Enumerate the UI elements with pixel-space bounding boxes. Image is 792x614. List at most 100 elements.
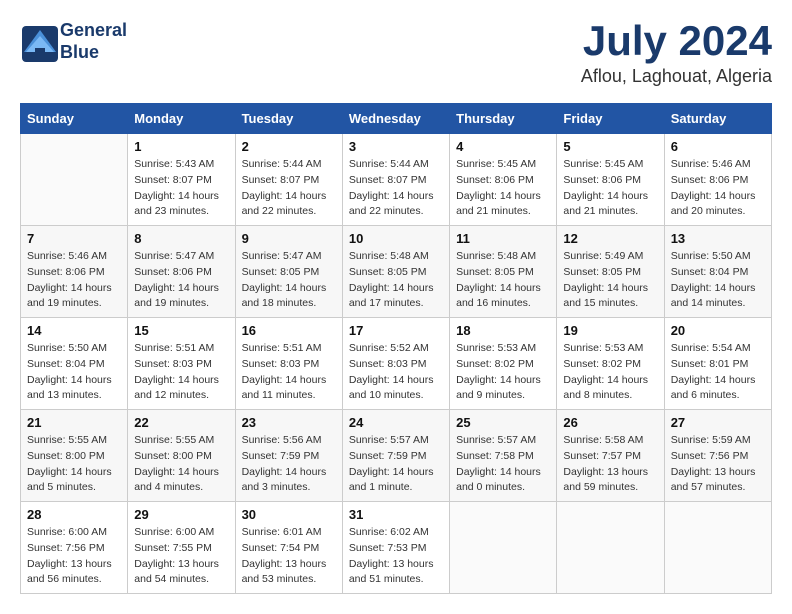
- calendar-cell: [557, 502, 664, 594]
- day-info: Sunrise: 5:55 AMSunset: 8:00 PMDaylight:…: [27, 433, 121, 496]
- header-day-tuesday: Tuesday: [235, 104, 342, 134]
- month-title: July 2024: [581, 20, 772, 62]
- calendar-cell: [21, 134, 128, 226]
- day-number: 12: [563, 231, 657, 246]
- day-info: Sunrise: 6:02 AMSunset: 7:53 PMDaylight:…: [349, 525, 443, 588]
- day-info: Sunrise: 5:51 AMSunset: 8:03 PMDaylight:…: [242, 341, 336, 404]
- day-number: 18: [456, 323, 550, 338]
- calendar-cell: 31Sunrise: 6:02 AMSunset: 7:53 PMDayligh…: [342, 502, 449, 594]
- day-info: Sunrise: 5:53 AMSunset: 8:02 PMDaylight:…: [563, 341, 657, 404]
- calendar-cell: 5 Sunrise: 5:45 AMSunset: 8:06 PMDaylight…: [557, 134, 664, 226]
- logo-text: General Blue: [60, 20, 127, 63]
- calendar-cell: 20 Sunrise: 5:54 AMSunset: 8:01 PMDayligh…: [664, 318, 771, 410]
- day-info: Sunrise: 5:56 AMSunset: 7:59 PMDaylight:…: [242, 433, 336, 496]
- calendar-cell: 15 Sunrise: 5:51 AMSunset: 8:03 PMDayligh…: [128, 318, 235, 410]
- calendar-cell: 11 Sunrise: 5:48 AMSunset: 8:05 PMDayligh…: [450, 226, 557, 318]
- week-row-5: 28 Sunrise: 6:00 AMSunset: 7:56 PMDayligh…: [21, 502, 772, 594]
- day-info: Sunrise: 5:47 AMSunset: 8:05 PMDaylight:…: [242, 249, 336, 312]
- calendar-cell: [664, 502, 771, 594]
- header-day-thursday: Thursday: [450, 104, 557, 134]
- calendar-cell: 7 Sunrise: 5:46 AMSunset: 8:06 PMDaylight…: [21, 226, 128, 318]
- day-number: 28: [27, 507, 121, 522]
- day-info: Sunrise: 5:51 AMSunset: 8:03 PMDaylight:…: [134, 341, 228, 404]
- day-number: 9: [242, 231, 336, 246]
- day-info: Sunrise: 5:57 AMSunset: 7:59 PMDaylight:…: [349, 433, 443, 496]
- calendar-cell: 19 Sunrise: 5:53 AMSunset: 8:02 PMDayligh…: [557, 318, 664, 410]
- day-number: 16: [242, 323, 336, 338]
- title-block: July 2024 Aflou, Laghouat, Algeria: [581, 20, 772, 87]
- day-number: 13: [671, 231, 765, 246]
- day-number: 30: [242, 507, 336, 522]
- day-info: Sunrise: 5:45 AMSunset: 8:06 PMDaylight:…: [456, 157, 550, 220]
- day-info: Sunrise: 5:46 AMSunset: 8:06 PMDaylight:…: [27, 249, 121, 312]
- day-info: Sunrise: 5:50 AMSunset: 8:04 PMDaylight:…: [27, 341, 121, 404]
- calendar-cell: 3Sunrise: 5:44 AMSunset: 8:07 PMDaylight…: [342, 134, 449, 226]
- week-row-4: 21 Sunrise: 5:55 AMSunset: 8:00 PMDayligh…: [21, 410, 772, 502]
- day-number: 15: [134, 323, 228, 338]
- calendar-header-row: SundayMondayTuesdayWednesdayThursdayFrid…: [21, 104, 772, 134]
- day-number: 19: [563, 323, 657, 338]
- calendar-cell: 22 Sunrise: 5:55 AMSunset: 8:00 PMDayligh…: [128, 410, 235, 502]
- day-number: 26: [563, 415, 657, 430]
- calendar-cell: 12 Sunrise: 5:49 AMSunset: 8:05 PMDayligh…: [557, 226, 664, 318]
- week-row-1: 1 Sunrise: 5:43 AMSunset: 8:07 PMDaylight…: [21, 134, 772, 226]
- calendar-cell: [450, 502, 557, 594]
- day-info: Sunrise: 5:58 AMSunset: 7:57 PMDaylight:…: [563, 433, 657, 496]
- calendar-cell: 23 Sunrise: 5:56 AMSunset: 7:59 PMDayligh…: [235, 410, 342, 502]
- day-number: 1: [134, 139, 228, 154]
- calendar-cell: 25Sunrise: 5:57 AMSunset: 7:58 PMDayligh…: [450, 410, 557, 502]
- week-row-3: 14 Sunrise: 5:50 AMSunset: 8:04 PMDayligh…: [21, 318, 772, 410]
- calendar-cell: 29Sunrise: 6:00 AMSunset: 7:55 PMDayligh…: [128, 502, 235, 594]
- day-number: 2: [242, 139, 336, 154]
- day-info: Sunrise: 5:48 AMSunset: 8:05 PMDaylight:…: [456, 249, 550, 312]
- calendar-cell: 1 Sunrise: 5:43 AMSunset: 8:07 PMDaylight…: [128, 134, 235, 226]
- logo-icon: [20, 24, 56, 60]
- calendar-cell: 10 Sunrise: 5:48 AMSunset: 8:05 PMDayligh…: [342, 226, 449, 318]
- day-info: Sunrise: 5:47 AMSunset: 8:06 PMDaylight:…: [134, 249, 228, 312]
- header-day-monday: Monday: [128, 104, 235, 134]
- day-number: 14: [27, 323, 121, 338]
- day-info: Sunrise: 5:45 AMSunset: 8:06 PMDaylight:…: [563, 157, 657, 220]
- day-number: 21: [27, 415, 121, 430]
- day-number: 24: [349, 415, 443, 430]
- page-header: General Blue July 2024 Aflou, Laghouat, …: [20, 20, 772, 87]
- day-number: 5: [563, 139, 657, 154]
- day-number: 7: [27, 231, 121, 246]
- day-info: Sunrise: 5:52 AMSunset: 8:03 PMDaylight:…: [349, 341, 443, 404]
- day-info: Sunrise: 5:53 AMSunset: 8:02 PMDaylight:…: [456, 341, 550, 404]
- calendar-cell: 26 Sunrise: 5:58 AMSunset: 7:57 PMDayligh…: [557, 410, 664, 502]
- day-info: Sunrise: 5:46 AMSunset: 8:06 PMDaylight:…: [671, 157, 765, 220]
- day-info: Sunrise: 5:48 AMSunset: 8:05 PMDaylight:…: [349, 249, 443, 312]
- day-number: 10: [349, 231, 443, 246]
- header-day-sunday: Sunday: [21, 104, 128, 134]
- day-info: Sunrise: 5:43 AMSunset: 8:07 PMDaylight:…: [134, 157, 228, 220]
- calendar-cell: 8 Sunrise: 5:47 AMSunset: 8:06 PMDaylight…: [128, 226, 235, 318]
- day-info: Sunrise: 5:54 AMSunset: 8:01 PMDaylight:…: [671, 341, 765, 404]
- day-number: 23: [242, 415, 336, 430]
- header-day-friday: Friday: [557, 104, 664, 134]
- day-info: Sunrise: 5:49 AMSunset: 8:05 PMDaylight:…: [563, 249, 657, 312]
- calendar-cell: 6 Sunrise: 5:46 AMSunset: 8:06 PMDaylight…: [664, 134, 771, 226]
- day-number: 11: [456, 231, 550, 246]
- calendar-cell: 24 Sunrise: 5:57 AMSunset: 7:59 PMDayligh…: [342, 410, 449, 502]
- day-info: Sunrise: 5:50 AMSunset: 8:04 PMDaylight:…: [671, 249, 765, 312]
- calendar-cell: 17 Sunrise: 5:52 AMSunset: 8:03 PMDayligh…: [342, 318, 449, 410]
- day-number: 25: [456, 415, 550, 430]
- day-number: 22: [134, 415, 228, 430]
- day-number: 20: [671, 323, 765, 338]
- day-number: 17: [349, 323, 443, 338]
- day-info: Sunrise: 5:44 AMSunset: 8:07 PMDaylight:…: [242, 157, 336, 220]
- day-number: 6: [671, 139, 765, 154]
- day-info: Sunrise: 6:00 AMSunset: 7:55 PMDaylight:…: [134, 525, 228, 588]
- calendar-cell: 14 Sunrise: 5:50 AMSunset: 8:04 PMDayligh…: [21, 318, 128, 410]
- day-number: 3: [349, 139, 443, 154]
- header-day-saturday: Saturday: [664, 104, 771, 134]
- calendar-cell: 21 Sunrise: 5:55 AMSunset: 8:00 PMDayligh…: [21, 410, 128, 502]
- calendar-cell: 9 Sunrise: 5:47 AMSunset: 8:05 PMDaylight…: [235, 226, 342, 318]
- day-info: Sunrise: 5:55 AMSunset: 8:00 PMDaylight:…: [134, 433, 228, 496]
- day-info: Sunrise: 6:01 AMSunset: 7:54 PMDaylight:…: [242, 525, 336, 588]
- day-info: Sunrise: 6:00 AMSunset: 7:56 PMDaylight:…: [27, 525, 121, 588]
- location-title: Aflou, Laghouat, Algeria: [581, 66, 772, 87]
- day-number: 8: [134, 231, 228, 246]
- calendar-cell: 16 Sunrise: 5:51 AMSunset: 8:03 PMDayligh…: [235, 318, 342, 410]
